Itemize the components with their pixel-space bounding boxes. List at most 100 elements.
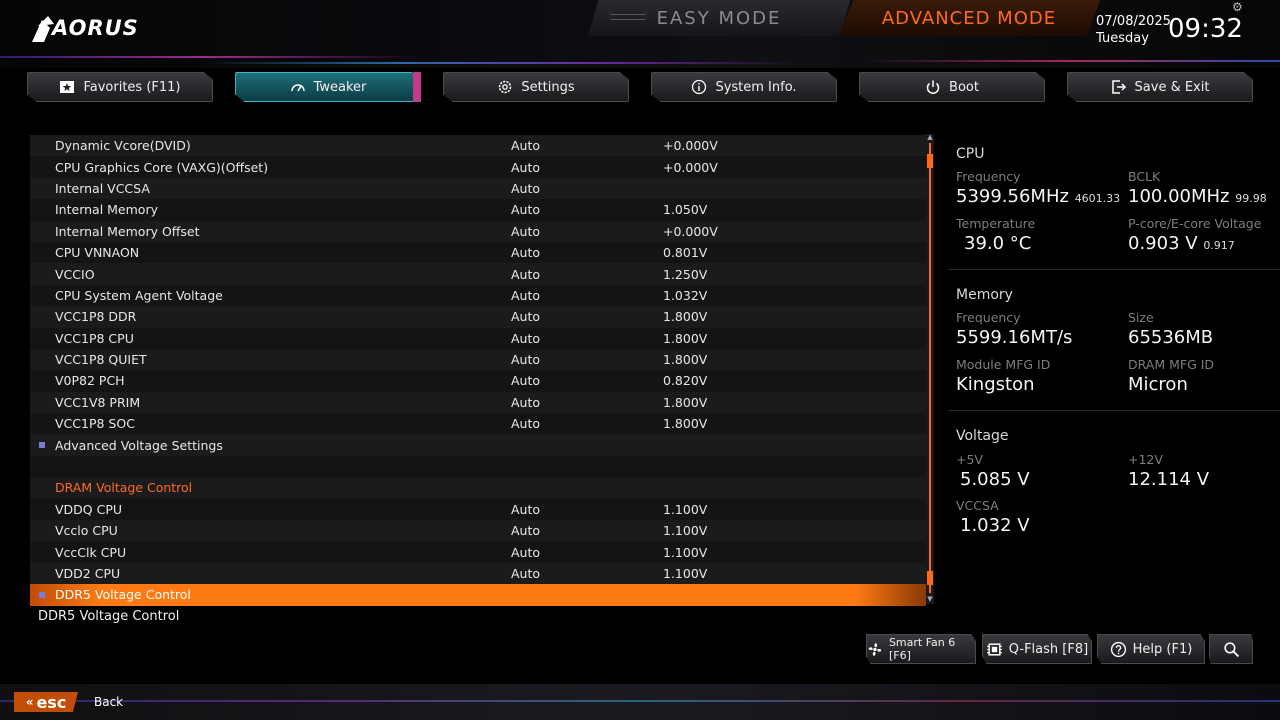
scrollbar-thumb-bottom[interactable]	[927, 571, 933, 585]
module-mfg-label: Module MFG ID	[956, 357, 1051, 372]
esc-key[interactable]: « esc	[14, 692, 78, 712]
setting-current-reading: 0.801V	[663, 245, 708, 261]
setting-row[interactable]: VCC1P8 CPU Auto 1.800V	[30, 327, 926, 349]
setting-name: VccClk CPU	[55, 544, 127, 560]
info-icon	[692, 79, 707, 95]
setting-row[interactable]: VccClk CPU Auto 1.100V	[30, 541, 926, 563]
setting-current-reading: 1.800V	[663, 416, 708, 432]
setting-current-reading: 1.800V	[663, 309, 708, 325]
qflash-button[interactable]: Q-Flash [F8]	[982, 634, 1092, 664]
setting-name: VCCIO	[55, 266, 95, 282]
setting-row[interactable]: VCC1P8 DDR Auto 1.800V	[30, 306, 926, 328]
setting-row[interactable]: CPU VNNAON Auto 0.801V	[30, 241, 926, 264]
tab-label: System Info.	[715, 79, 797, 95]
smart-fan-button[interactable]: Smart Fan 6 [F6]	[866, 634, 976, 664]
setting-row[interactable]: Advanced Voltage Settings	[30, 434, 926, 456]
memory-size-value: 65536MB	[1128, 327, 1214, 348]
tab-tweaker[interactable]: Tweaker	[235, 72, 421, 102]
setting-value[interactable]: Auto	[511, 395, 540, 410]
setting-value[interactable]: Auto	[511, 352, 540, 367]
decor-streak	[0, 56, 420, 58]
help-button[interactable]: Help (F1)	[1097, 634, 1205, 664]
tab-system-info[interactable]: System Info.	[651, 72, 837, 102]
setting-row[interactable]: VDDQ CPU Auto 1.100V	[30, 498, 926, 521]
setting-name: VCC1P8 QUIET	[55, 352, 147, 368]
tab-boot[interactable]: Boot	[859, 72, 1045, 102]
search-button[interactable]	[1209, 634, 1253, 664]
scroll-down-arrow-icon[interactable]: ▼	[926, 595, 934, 603]
setting-row[interactable]: VCCIO Auto 1.250V	[30, 263, 926, 285]
button-label: Help (F1)	[1132, 641, 1193, 657]
vccsa-label: VCCSA	[956, 498, 999, 513]
setting-row[interactable]: CPU System Agent Voltage Auto 1.032V	[30, 284, 926, 307]
setting-row[interactable]: DDR5 Voltage Control	[30, 584, 926, 606]
star-icon	[60, 81, 75, 93]
setting-value[interactable]: Auto	[511, 160, 540, 175]
speedometer-icon	[290, 84, 305, 92]
setting-value[interactable]: Auto	[511, 202, 540, 217]
setting-row[interactable]: CPU Graphics Core (VAXG)(Offset) Auto +0.0…	[30, 156, 926, 178]
setting-value[interactable]: Auto	[511, 224, 540, 239]
settings-gear-icon[interactable]: ⚙	[1232, 0, 1243, 14]
setting-value[interactable]: Auto	[511, 309, 540, 324]
setting-current-reading: +0.000V	[663, 223, 718, 239]
setting-name: Vcclo CPU	[55, 523, 118, 539]
tab-save-exit[interactable]: Save & Exit	[1067, 72, 1253, 102]
setting-value[interactable]: Auto	[511, 416, 540, 431]
setting-current-reading: 1.100V	[663, 566, 708, 581]
setting-row[interactable]: Internal Memory Offset Auto +0.000V	[30, 220, 926, 242]
cpu-temperature-label: Temperature	[956, 216, 1036, 231]
double-chevron-left-icon: «	[25, 695, 34, 709]
setting-row[interactable]: VCC1P8 QUIET Auto 1.800V	[30, 348, 926, 371]
tab-label: Boot	[949, 79, 979, 95]
cpu-frequency-label: Frequency	[956, 169, 1021, 184]
setting-value[interactable]: Auto	[511, 331, 540, 346]
setting-name: CPU Graphics Core (VAXG)(Offset)	[55, 159, 269, 175]
setting-row[interactable]: VCC1V8 PRIM Auto 1.800V	[30, 391, 926, 414]
cpu-frequency-value: 5399.56MHz 4601.33	[956, 186, 1121, 207]
advanced-mode-button[interactable]: ADVANCED MODE	[838, 0, 1100, 36]
time-label: 09:32	[1168, 14, 1243, 44]
setting-row[interactable]: Dynamic Vcore(DVID) Auto +0.000V	[30, 135, 926, 157]
setting-row[interactable]: VDD2 CPU Auto 1.100V	[30, 562, 926, 585]
setting-row[interactable]: Internal VCCSA Auto	[30, 177, 926, 200]
setting-name: Internal VCCSA	[55, 180, 150, 196]
memory-frequency-label: Frequency	[956, 310, 1021, 325]
button-label: Q-Flash [F8]	[1008, 641, 1089, 657]
setting-value[interactable]: Auto	[511, 545, 540, 560]
tab-favorites[interactable]: Favorites (F11)	[27, 72, 213, 102]
tab-label: Tweaker	[313, 79, 367, 95]
chip-icon	[986, 642, 1002, 656]
scrollbar-thumb[interactable]	[927, 154, 933, 168]
setting-row[interactable]: VCC1P8 SOC Auto 1.800V	[30, 413, 926, 435]
voltage-info-section: Voltage	[956, 428, 1280, 444]
core-voltage-label: P-core/E-core Voltage	[1128, 216, 1262, 231]
tab-settings[interactable]: Settings	[443, 72, 629, 102]
setting-value[interactable]: Auto	[511, 566, 540, 581]
gear-icon	[499, 80, 512, 94]
setting-current-reading: 1.800V	[663, 330, 708, 346]
setting-row[interactable]: V0P82 PCH Auto 0.820V	[30, 370, 926, 392]
esc-back-control[interactable]: « esc Back	[14, 692, 123, 712]
setting-current-reading: 1.800V	[663, 394, 708, 410]
setting-value[interactable]: Auto	[511, 138, 540, 153]
setting-name: CPU VNNAON	[55, 245, 140, 261]
setting-current-reading: +0.000V	[663, 159, 718, 175]
button-label: Smart Fan 6 [F6]	[888, 636, 956, 662]
setting-value[interactable]: Auto	[511, 523, 540, 538]
setting-value[interactable]: Auto	[511, 267, 540, 282]
setting-row[interactable]: Vcclo CPU Auto 1.100V	[30, 520, 926, 542]
scroll-up-arrow-icon[interactable]: ▲	[926, 133, 934, 141]
date-label: 07/08/2025	[1096, 14, 1171, 29]
setting-row[interactable]: Internal Memory Auto 1.050V	[30, 199, 926, 221]
setting-value[interactable]: Auto	[511, 502, 540, 517]
brand-logo-text: AORUS	[52, 16, 139, 40]
day-label: Tuesday	[1096, 31, 1149, 46]
memory-info-section: Memory	[956, 287, 1280, 303]
scrollbar-line	[929, 143, 931, 593]
setting-value[interactable]: Auto	[511, 373, 540, 388]
setting-value[interactable]: Auto	[511, 181, 540, 196]
setting-value[interactable]: Auto	[511, 245, 540, 260]
cpu-temperature-value: 39.0 °C	[964, 233, 1032, 254]
setting-value[interactable]: Auto	[511, 288, 540, 303]
